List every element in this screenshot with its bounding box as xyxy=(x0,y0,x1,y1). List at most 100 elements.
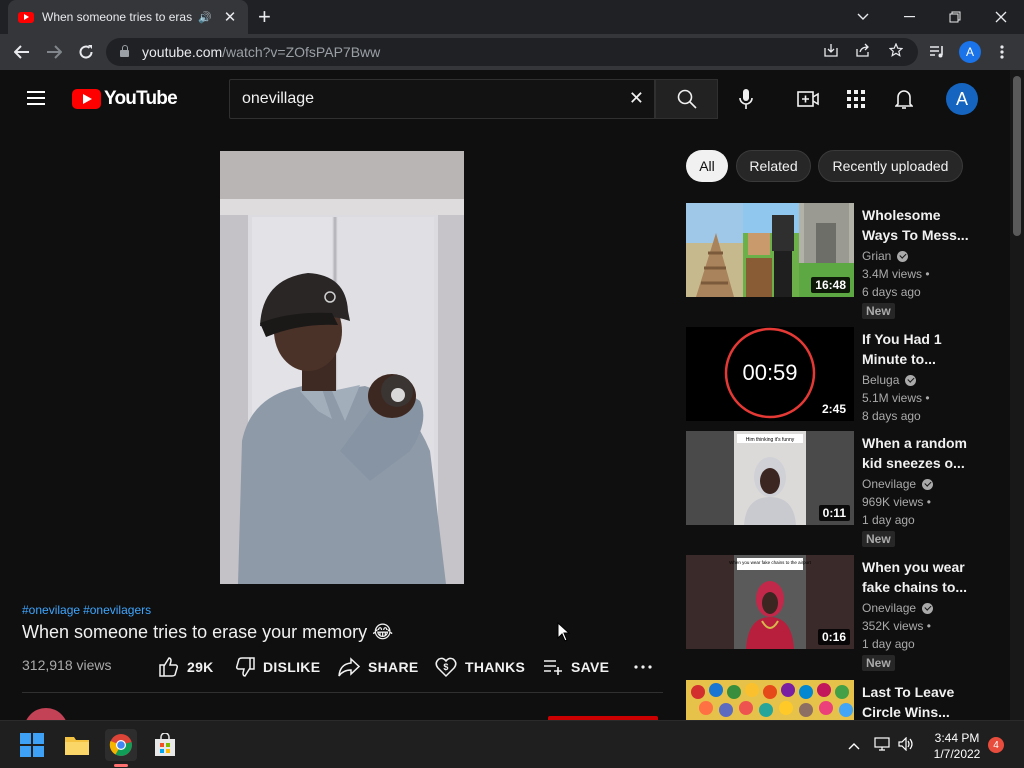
related-title[interactable]: Wholesome Ways To Mess... xyxy=(862,205,972,245)
related-title[interactable]: When a random kid sneezes o... xyxy=(862,433,972,473)
store-icon[interactable] xyxy=(149,729,181,761)
clock-date: 1/7/2022 xyxy=(933,747,981,761)
channel-name[interactable]: Onevilage xyxy=(862,477,916,491)
page-scrollbar-thumb[interactable] xyxy=(1013,76,1021,236)
media-controls-icon[interactable] xyxy=(925,40,949,64)
video-player[interactable] xyxy=(220,151,464,584)
restore-button[interactable] xyxy=(932,0,978,34)
back-arrow-icon[interactable] xyxy=(10,40,34,64)
channel-name[interactable]: Beluga xyxy=(862,373,899,387)
speaker-icon[interactable]: 🔊 xyxy=(198,11,212,24)
chip-related[interactable]: Related xyxy=(736,150,811,182)
new-badge: New xyxy=(862,531,895,547)
channel-name[interactable]: Grian xyxy=(862,249,891,263)
share-arrow-icon xyxy=(338,657,360,677)
new-tab-button[interactable]: + xyxy=(258,4,271,30)
crowd-thumbnail-image xyxy=(686,680,854,720)
related-channel[interactable]: Onevilage xyxy=(862,601,934,615)
system-clock[interactable]: 3:44 PM 1/7/2022 xyxy=(930,730,984,762)
video-thumbnail[interactable]: 16:48 xyxy=(686,203,854,297)
install-app-icon[interactable] xyxy=(824,43,838,60)
related-video[interactable]: 16:48 Wholesome Ways To Mess... Grian 3.… xyxy=(686,203,1006,323)
related-age: 8 days ago xyxy=(862,409,921,423)
video-duration: 0:16 xyxy=(817,629,850,645)
browser-tab-bar: When someone tries to erase your memory … xyxy=(0,0,1024,34)
browser-tab[interactable]: When someone tries to erase your memory … xyxy=(8,0,248,34)
browser-profile-avatar[interactable]: A xyxy=(959,41,981,63)
browser-toolbar: youtube.com/watch?v=ZOfsPAP7Bww xyxy=(0,34,1024,70)
chip-recently-uploaded[interactable]: Recently uploaded xyxy=(818,150,963,182)
bookmark-star-icon[interactable] xyxy=(888,42,904,60)
youtube-logo[interactable]: YouTube xyxy=(72,88,178,110)
browser-menu-icon[interactable] xyxy=(990,40,1014,64)
channel-name[interactable]: Onevilage xyxy=(862,601,916,615)
minimize-button[interactable] xyxy=(886,0,932,34)
page-scrollbar[interactable] xyxy=(1010,70,1024,720)
video-duration: 0:11 xyxy=(818,505,850,521)
video-thumbnail[interactable]: Him thinking it's funny 0:11 xyxy=(686,431,854,525)
related-video[interactable]: Him thinking it's funny 0:11 When a rand… xyxy=(686,431,1006,551)
thanks-button[interactable]: $ THANKS xyxy=(435,656,525,678)
like-count: 29K xyxy=(187,659,214,675)
share-button[interactable]: SHARE xyxy=(338,656,419,678)
video-thumbnail[interactable]: When you wear fake chains to the airport… xyxy=(686,555,854,649)
notification-count-badge[interactable]: 4 xyxy=(988,737,1004,753)
logo-text: YouTube xyxy=(104,88,178,109)
chip-all[interactable]: All xyxy=(686,150,728,182)
related-video[interactable]: 00:59 2:45 If You Had 1 Minute to... Bel… xyxy=(686,327,1006,447)
hashtag-link[interactable]: #onevilage xyxy=(22,603,80,617)
mouse-cursor-icon xyxy=(557,622,571,642)
tab-search-icon[interactable] xyxy=(840,0,886,34)
video-thumbnail[interactable]: 00:59 2:45 xyxy=(686,327,854,421)
url-host: youtube.com xyxy=(142,44,223,60)
related-views: 5.1M views • xyxy=(862,391,930,405)
close-tab-icon[interactable]: ✕ xyxy=(224,8,237,26)
related-channel[interactable]: Beluga xyxy=(862,373,917,387)
lock-icon[interactable] xyxy=(120,45,129,57)
related-video[interactable]: Last To Leave Circle Wins... xyxy=(686,680,1006,720)
video-duration: 2:45 xyxy=(817,401,850,417)
save-button[interactable]: SAVE xyxy=(543,656,609,678)
close-window-button[interactable] xyxy=(978,0,1024,34)
related-title[interactable]: Last To Leave Circle Wins... xyxy=(862,682,972,720)
search-button[interactable] xyxy=(655,79,718,119)
hashtag-link[interactable]: #onevilagers xyxy=(83,603,151,617)
clear-search-icon[interactable]: ✕ xyxy=(629,88,644,109)
video-thumbnail[interactable] xyxy=(686,680,854,720)
related-video[interactable]: When you wear fake chains to the airport… xyxy=(686,555,1006,675)
related-title[interactable]: When you wear fake chains to... xyxy=(862,557,972,597)
related-channel[interactable]: Grian xyxy=(862,249,909,263)
view-count: 312,918 views xyxy=(22,657,112,673)
video-title: When someone tries to erase your memory … xyxy=(22,622,394,642)
related-age: 6 days ago xyxy=(862,285,921,299)
related-age: 1 day ago xyxy=(862,637,915,651)
share-page-icon[interactable] xyxy=(856,43,870,60)
reload-icon[interactable] xyxy=(74,40,98,64)
account-avatar[interactable]: A xyxy=(946,83,978,115)
dislike-button[interactable]: DISLIKE xyxy=(235,656,320,678)
microphone-icon[interactable] xyxy=(734,87,758,111)
related-channel[interactable]: Onevilage xyxy=(862,477,934,491)
apps-grid-icon[interactable] xyxy=(844,87,868,111)
address-bar[interactable]: youtube.com/watch?v=ZOfsPAP7Bww xyxy=(106,38,918,66)
windows-start-icon[interactable] xyxy=(16,729,48,761)
url-path: /watch?v=ZOfsPAP7Bww xyxy=(222,44,381,60)
notifications-bell-icon[interactable] xyxy=(892,87,916,111)
related-title[interactable]: If You Had 1 Minute to... xyxy=(862,329,972,369)
menu-icon[interactable] xyxy=(27,91,45,105)
more-actions-icon[interactable] xyxy=(634,656,660,678)
timer-text: 00:59 xyxy=(742,360,797,385)
video-duration: 16:48 xyxy=(811,277,850,293)
search-input[interactable] xyxy=(242,90,612,108)
thanks-label: THANKS xyxy=(465,659,526,675)
volume-icon[interactable] xyxy=(898,736,914,754)
show-hidden-icons-chevron-icon[interactable] xyxy=(848,737,860,753)
network-icon[interactable] xyxy=(874,737,890,754)
related-age: 1 day ago xyxy=(862,513,915,527)
like-button[interactable]: 29K xyxy=(159,656,214,678)
divider xyxy=(22,692,663,693)
create-video-icon[interactable] xyxy=(796,87,820,111)
forward-arrow-icon[interactable] xyxy=(42,40,66,64)
file-explorer-icon[interactable] xyxy=(61,729,93,761)
chrome-taskbar-icon[interactable] xyxy=(105,729,137,761)
